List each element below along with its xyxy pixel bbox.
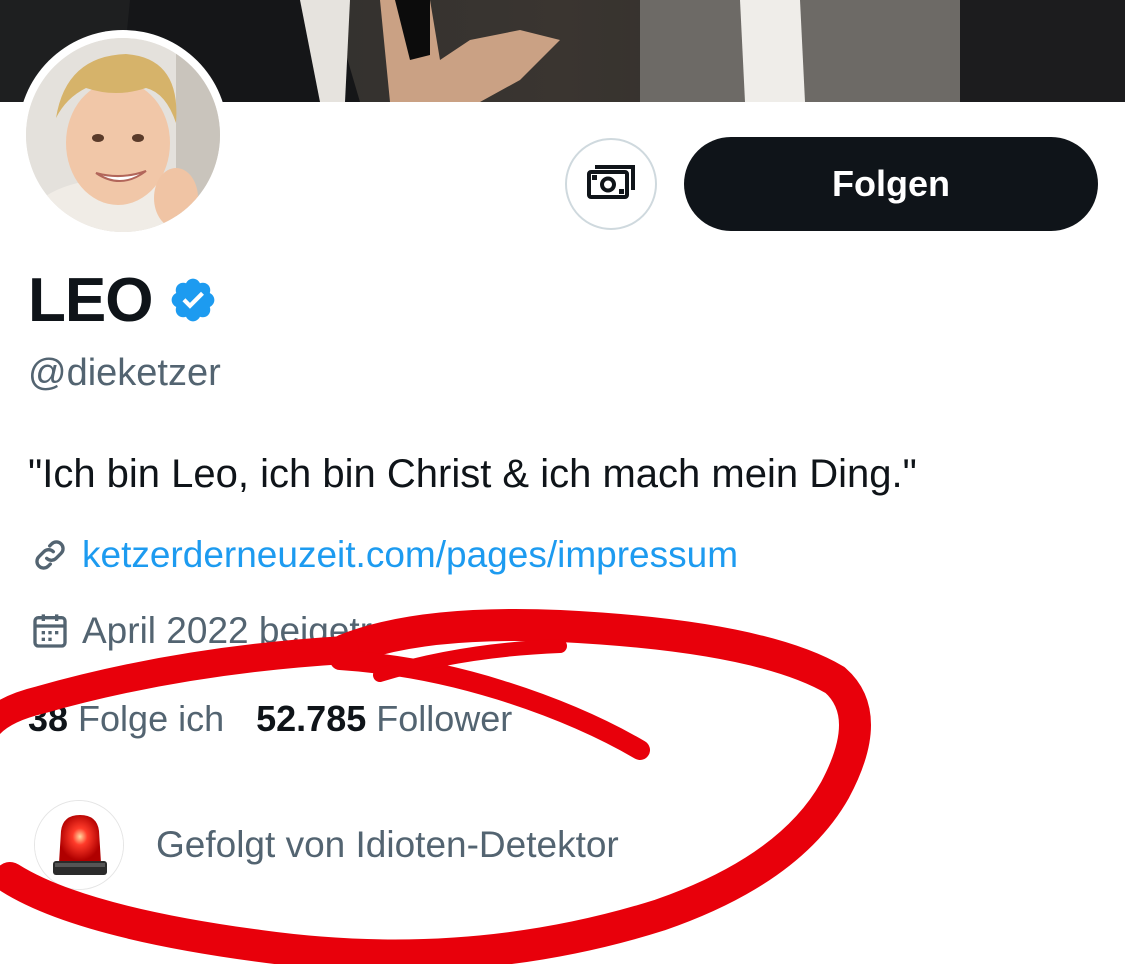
siren-icon	[34, 800, 124, 890]
avatar-image	[26, 38, 220, 232]
follow-button[interactable]: Folgen	[684, 137, 1098, 231]
followers-label: Follower	[376, 698, 513, 739]
profile-name-row: LEO	[28, 264, 218, 336]
subscribe-button[interactable]	[565, 138, 657, 230]
link-icon	[30, 535, 70, 575]
profile-avatar[interactable]	[18, 30, 228, 240]
followers-stat[interactable]: 52.785 Follower	[256, 698, 512, 740]
follow-button-label: Folgen	[832, 163, 950, 204]
following-stat[interactable]: 38 Folge ich	[28, 698, 224, 740]
following-count: 38	[28, 698, 69, 739]
verified-badge-icon[interactable]	[168, 275, 218, 325]
calendar-icon	[30, 611, 70, 651]
profile-stats: 38 Folge ich 52.785 Follower	[28, 698, 544, 740]
profile-bio: "Ich bin Leo, ich bin Christ & ich mach …	[28, 452, 917, 496]
profile-website[interactable]: ketzerderneuzeit.com/pages/impressum	[30, 534, 738, 576]
followed-by-row[interactable]: Gefolgt von Idioten-Detektor	[34, 800, 619, 890]
profile-name: LEO	[28, 265, 153, 335]
followers-count: 52.785	[256, 698, 367, 739]
money-icon	[586, 162, 636, 207]
joined-date: April 2022 beigetreten	[82, 610, 445, 651]
profile-joined: April 2022 beigetreten	[30, 610, 444, 652]
followed-by-text: Gefolgt von Idioten-Detektor	[156, 824, 619, 865]
website-link[interactable]: ketzerderneuzeit.com/pages/impressum	[82, 534, 738, 576]
following-label: Folge ich	[78, 698, 225, 739]
profile-handle: @dieketzer	[28, 352, 221, 394]
